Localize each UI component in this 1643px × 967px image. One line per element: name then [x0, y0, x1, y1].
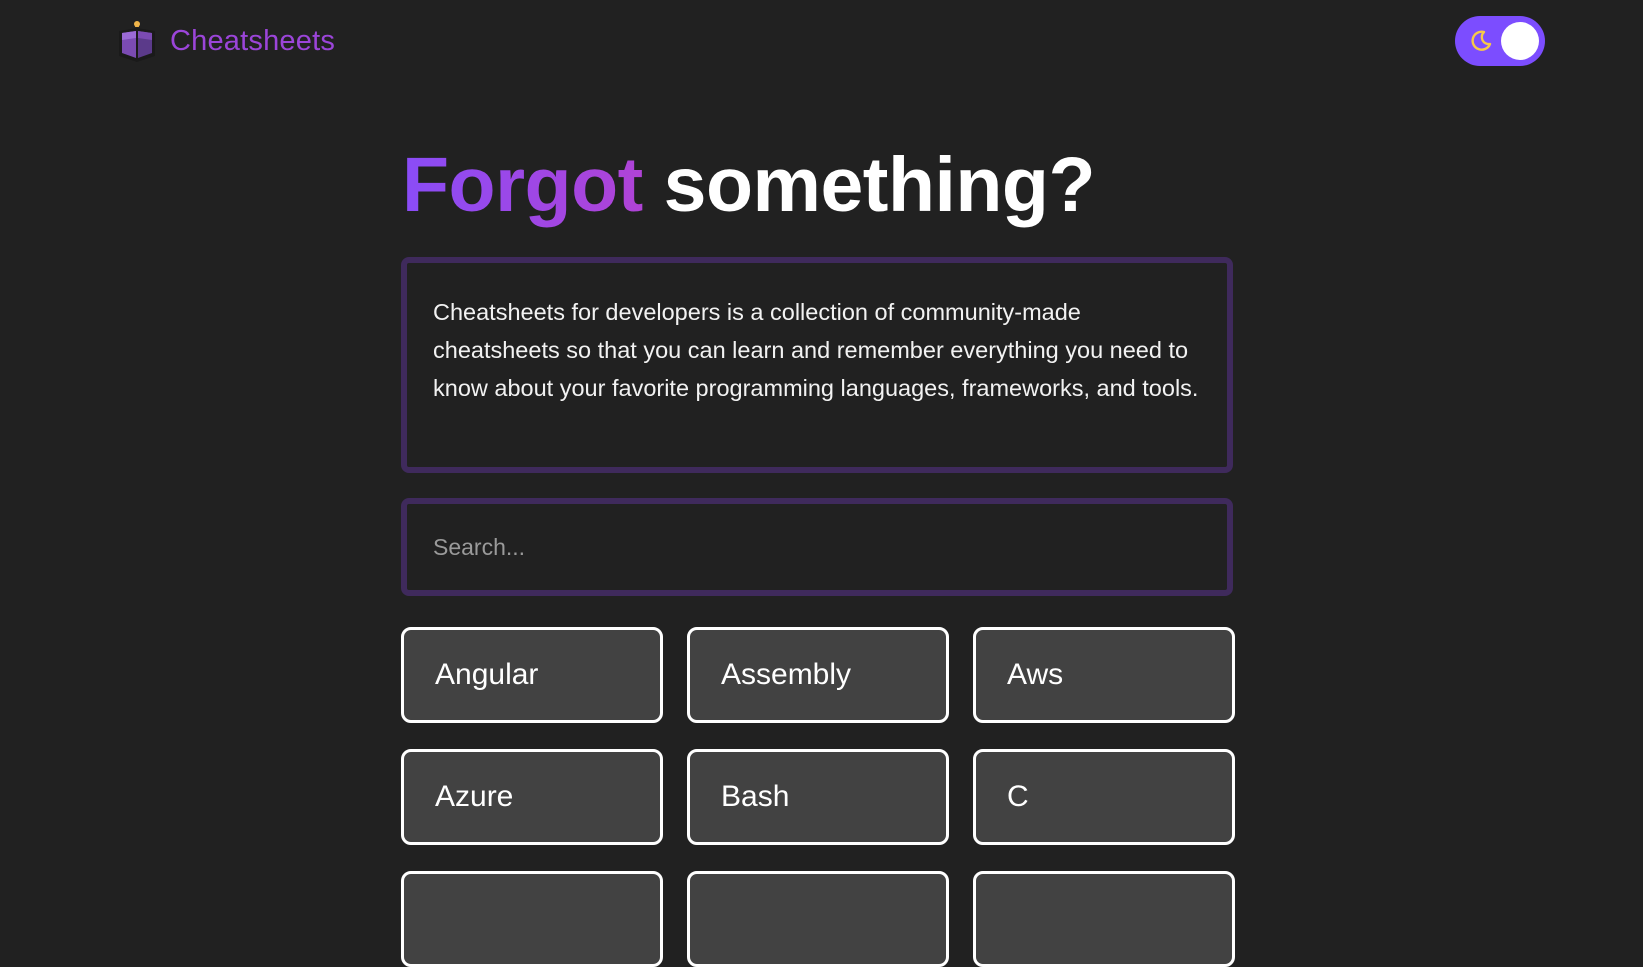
cheatsheet-card[interactable] [401, 871, 663, 967]
cheatsheet-card-c[interactable]: C [973, 749, 1235, 845]
cheatsheet-card-assembly[interactable]: Assembly [687, 627, 949, 723]
title-accent: Forgot [402, 142, 643, 228]
cheatsheet-card[interactable] [687, 871, 949, 967]
page-title: Forgot something? [402, 135, 1095, 235]
cheatsheet-card-angular[interactable]: Angular [401, 627, 663, 723]
cheatsheet-grid: Angular Assembly Aws Azure Bash C [401, 627, 1235, 967]
moon-icon [1471, 30, 1492, 51]
intro-description: Cheatsheets for developers is a collecti… [401, 257, 1233, 473]
open-book-icon [119, 21, 155, 62]
search-input[interactable] [401, 498, 1233, 596]
theme-toggle[interactable] [1455, 16, 1545, 66]
cheatsheet-card-bash[interactable]: Bash [687, 749, 949, 845]
brand-link[interactable]: Cheatsheets [116, 18, 335, 64]
cheatsheet-card-aws[interactable]: Aws [973, 627, 1235, 723]
toggle-knob [1501, 22, 1539, 60]
brand-name: Cheatsheets [170, 24, 336, 57]
cheatsheet-card[interactable] [973, 871, 1235, 967]
title-rest: something? [663, 142, 1096, 228]
top-nav: Cheatsheets [0, 0, 1643, 84]
cheatsheet-card-azure[interactable]: Azure [401, 749, 663, 845]
